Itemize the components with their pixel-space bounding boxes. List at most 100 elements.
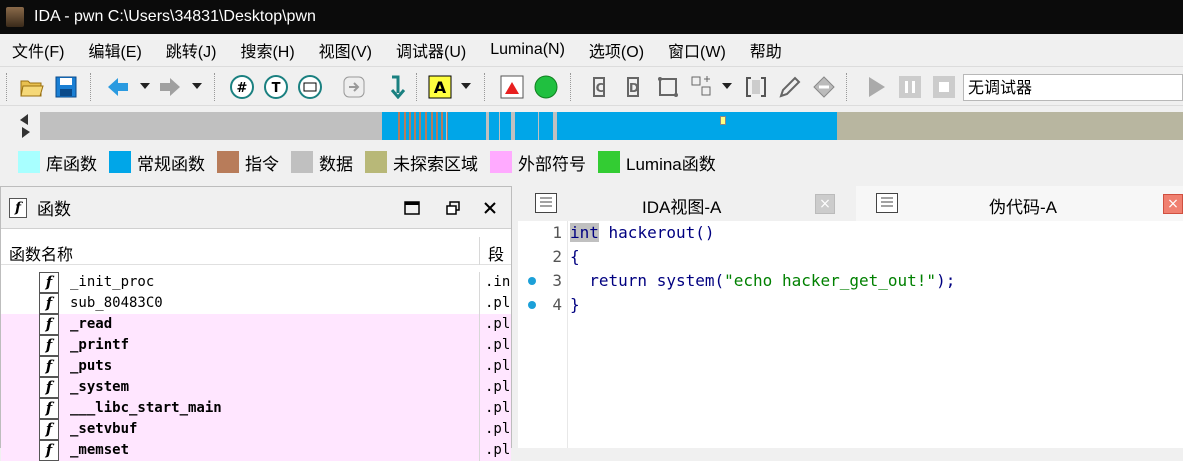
function-row[interactable]: f _memset .plt — [1, 440, 511, 461]
code-line[interactable]: 3 return system("echo hacker_get_out!"); — [518, 269, 1183, 293]
functions-panel-title: 函数 — [37, 200, 71, 219]
function-row[interactable]: f _init_proc .init — [1, 272, 511, 293]
data-icon[interactable]: D — [622, 75, 646, 99]
function-name[interactable]: ___libc_start_main — [70, 400, 222, 416]
step-icon[interactable] — [386, 75, 410, 99]
tab-label: 伪代码-A — [989, 198, 1057, 217]
nav-segment — [557, 112, 837, 140]
function-row[interactable]: f _read .plt — [1, 314, 511, 335]
string-literal[interactable]: "echo hacker_get_out!" — [724, 271, 936, 290]
function-row[interactable]: f _system .plt — [1, 377, 511, 398]
nav-arrows[interactable] — [18, 111, 32, 141]
breakpoint-dot[interactable] — [528, 277, 536, 285]
run-green-icon[interactable] — [534, 75, 558, 99]
function-name[interactable]: _init_proc — [70, 274, 154, 290]
function-name[interactable]: _setvbuf — [70, 421, 137, 437]
function-row[interactable]: f sub_80483C0 .plt — [1, 293, 511, 314]
array-icon[interactable] — [744, 75, 768, 99]
function-icon: f — [39, 419, 59, 440]
graph-overview-icon[interactable] — [298, 75, 322, 99]
color-icon[interactable]: A — [428, 75, 452, 99]
function-name[interactable]: _read — [70, 316, 112, 332]
tab-pseudocode-a[interactable]: 伪代码-A × — [856, 186, 1183, 221]
code-icon[interactable]: C — [588, 75, 612, 99]
functions-list: f _init_proc .init f sub_80483C0 .plt f _read .p… — [1, 272, 511, 461]
enum-icon[interactable] — [690, 75, 714, 99]
debugger-select[interactable]: 无调试器 — [963, 74, 1183, 101]
nav-segment — [419, 112, 421, 140]
pseudocode-view[interactable]: 1 int hackerout() 2 { 3 return system("e… — [518, 221, 1183, 448]
undefine-icon[interactable] — [812, 75, 836, 99]
nav-segment — [433, 112, 436, 140]
hex-view-icon[interactable]: # — [230, 75, 254, 99]
menu-windows[interactable]: 窗口(W) — [656, 38, 738, 62]
legend-swatch — [365, 151, 387, 173]
column-segment[interactable]: 段 — [479, 237, 511, 265]
paren: ( — [714, 271, 725, 290]
close-icon[interactable] — [481, 199, 499, 217]
nav-segment — [515, 112, 538, 140]
pause-icon[interactable] — [898, 75, 922, 99]
keyword-return[interactable]: return — [589, 271, 647, 290]
function-icon: f — [39, 440, 59, 461]
legend-swatch — [217, 151, 239, 173]
nav-position-marker — [720, 116, 726, 125]
column-function-name[interactable]: 函数名称 — [9, 241, 73, 265]
maximize-icon[interactable] — [403, 199, 421, 217]
functions-panel: f 函数 函数名称 段 f _init_proc .init f sub_80483C0… — [0, 186, 512, 461]
menu-file[interactable]: 文件(F) — [0, 38, 76, 62]
menu-edit[interactable]: 编辑(E) — [76, 38, 153, 62]
tab-close-icon[interactable]: × — [815, 194, 835, 214]
nav-segment — [448, 112, 456, 140]
code-line[interactable]: 2 { — [518, 245, 1183, 269]
code-line[interactable]: 4 } — [518, 293, 1183, 317]
function-row[interactable]: f _setvbuf .plt — [1, 419, 511, 440]
menu-lumina[interactable]: Lumina(N) — [478, 41, 577, 59]
nav-segment — [553, 112, 557, 140]
text-view-icon[interactable]: T — [264, 75, 288, 99]
function-row[interactable]: f ___libc_start_main .plt — [1, 398, 511, 419]
menu-view[interactable]: 视图(V) — [307, 38, 384, 62]
breakpoint-icon[interactable] — [500, 75, 524, 99]
save-icon[interactable] — [54, 75, 78, 99]
legend-item: 库函数 — [18, 150, 97, 175]
open-icon[interactable] — [20, 75, 44, 99]
enum-dropdown-icon[interactable] — [722, 83, 732, 89]
forward-dropdown-icon[interactable] — [192, 83, 202, 89]
function-segment: .plt — [485, 379, 511, 395]
nav-segment — [409, 112, 411, 140]
tab-close-icon[interactable]: × — [1163, 194, 1183, 214]
function-icon: f — [39, 335, 59, 356]
edit-icon[interactable] — [778, 75, 802, 99]
function-row[interactable]: f _printf .plt — [1, 335, 511, 356]
forward-icon[interactable] — [158, 75, 182, 99]
jump-icon[interactable] — [342, 75, 366, 99]
keyword-int[interactable]: int — [570, 223, 599, 242]
function-name[interactable]: _puts — [70, 358, 112, 374]
menu-options[interactable]: 选项(O) — [577, 38, 656, 62]
run-icon[interactable] — [864, 75, 888, 99]
menu-search[interactable]: 搜索(H) — [228, 38, 306, 62]
back-icon[interactable] — [106, 75, 130, 99]
menu-help[interactable]: 帮助 — [738, 38, 794, 62]
call-system[interactable]: system — [657, 271, 715, 290]
function-row[interactable]: f _puts .plt — [1, 356, 511, 377]
breakpoint-dot[interactable] — [528, 301, 536, 309]
function-signature[interactable]: hackerout() — [599, 223, 715, 242]
function-name[interactable]: sub_80483C0 — [70, 295, 163, 311]
function-name[interactable]: _memset — [70, 442, 129, 458]
menu-debugger[interactable]: 调试器(U) — [384, 38, 478, 62]
navigation-strip[interactable] — [40, 112, 1183, 140]
menu-jump[interactable]: 跳转(J) — [154, 38, 229, 62]
color-dropdown-icon[interactable] — [461, 83, 471, 89]
code-line[interactable]: 1 int hackerout() — [518, 221, 1183, 245]
column-divider — [479, 335, 480, 356]
struct-icon[interactable] — [656, 75, 680, 99]
nav-segment — [414, 112, 416, 140]
function-name[interactable]: _system — [70, 379, 129, 395]
function-name[interactable]: _printf — [70, 337, 129, 353]
tab-ida-view-a[interactable]: IDA视图-A × — [518, 186, 848, 221]
back-dropdown-icon[interactable] — [140, 83, 150, 89]
float-icon[interactable] — [444, 199, 462, 217]
stop-icon[interactable] — [932, 75, 956, 99]
